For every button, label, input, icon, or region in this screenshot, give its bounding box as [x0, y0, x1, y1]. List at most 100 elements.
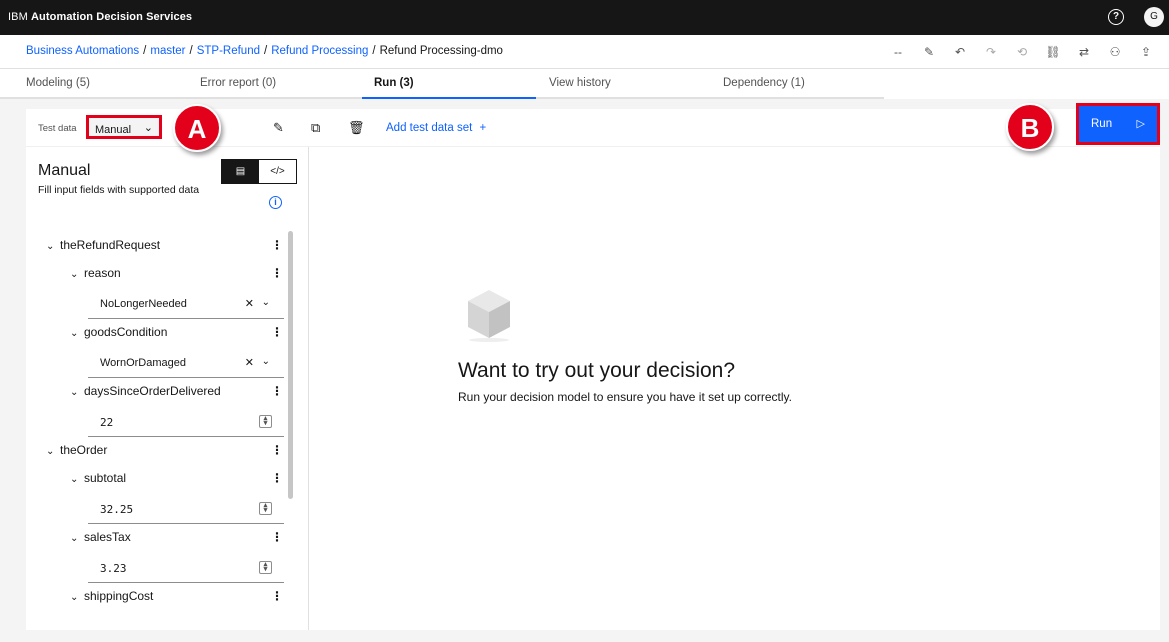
test-data-value: Manual: [95, 124, 132, 136]
test-data-select[interactable]: Manual ⌄: [86, 115, 162, 139]
overflow-menu-icon[interactable]: ⋮: [271, 384, 283, 398]
help-icon[interactable]: ?: [1108, 9, 1124, 25]
tree-node-label: daysSinceOrderDelivered: [84, 384, 221, 398]
tree-node-label: goodsCondition: [84, 325, 168, 339]
history-icon[interactable]: ⟲: [1013, 43, 1031, 61]
overflow-menu-icon[interactable]: ⋮: [271, 443, 283, 457]
tab-bar: Modeling (5) Error report (0) Run (3) Vi…: [0, 69, 1169, 99]
breadcrumb-bar: Business Automations / master / STP-Refund / R…: [0, 35, 1169, 69]
test-data-panel: Manual Fill input fields with supported …: [26, 147, 309, 630]
chevron-down-icon: ⌄: [143, 122, 153, 134]
chevron-down-icon: ⌄: [46, 446, 55, 457]
sales-tax-input[interactable]: 3.23 ▲ ▼: [88, 553, 284, 583]
clear-icon[interactable]: ✕: [245, 356, 254, 369]
tree-node-order[interactable]: ⌄ theOrder: [46, 443, 107, 457]
tab-run[interactable]: Run (3): [362, 69, 536, 99]
breadcrumb-separator: /: [189, 45, 193, 57]
subtotal-value: 32.25: [100, 503, 134, 516]
brand-prefix: IBM: [8, 11, 28, 23]
tree-node-label: subtotal: [84, 471, 127, 485]
overflow-menu-icon[interactable]: ⋮: [271, 471, 283, 485]
upload-icon[interactable]: ⇪: [1137, 43, 1155, 61]
tree-node-reason[interactable]: ⌄ reason: [70, 266, 121, 280]
overflow-menu-icon[interactable]: ⋮: [271, 530, 283, 544]
breadcrumb-link-business-automations[interactable]: Business Automations: [26, 45, 139, 57]
scrollbar[interactable]: [288, 231, 293, 499]
breadcrumb-separator: /: [372, 45, 376, 57]
breadcrumb-current: Refund Processing-dmo: [379, 45, 503, 57]
tree-node-shipping-cost[interactable]: ⌄ shippingCost: [70, 589, 153, 603]
plus-icon: +: [479, 122, 487, 134]
tree-node-goods-condition[interactable]: ⌄ goodsCondition: [70, 325, 167, 339]
tree-node-subtotal[interactable]: ⌄ subtotal: [70, 471, 126, 485]
panel-title: Manual: [38, 162, 91, 179]
breadcrumb-link-stp-refund[interactable]: STP-Refund: [197, 45, 260, 57]
annotation-marker-b: B: [1006, 103, 1054, 151]
cube-icon: [468, 290, 510, 342]
breadcrumb-separator: /: [143, 45, 147, 57]
goods-condition-value: WornOrDamaged: [100, 357, 186, 369]
chevron-down-icon: ⌄: [70, 533, 79, 544]
disconnect-icon[interactable]: ⛓: [1044, 43, 1062, 61]
info-icon[interactable]: i: [269, 196, 282, 209]
copy-icon[interactable]: ⧉: [311, 120, 320, 136]
tab-modeling[interactable]: Modeling (5): [0, 69, 175, 99]
clear-icon[interactable]: ✕: [245, 297, 254, 310]
run-card: Test data Manual ⌄ A ✎ ⧉ 🗑 Add test data…: [26, 103, 1160, 630]
chevron-down-icon: ⌄: [70, 592, 79, 603]
tree-node-sales-tax[interactable]: ⌄ salesTax: [70, 530, 131, 544]
edit-icon[interactable]: ✎: [273, 120, 284, 136]
test-data-label: Test data: [38, 123, 77, 134]
chevron-down-icon: ⌄: [70, 387, 79, 398]
edit-icon[interactable]: ✎: [920, 43, 938, 61]
share-user-icon[interactable]: ⚇: [1106, 43, 1124, 61]
stepper-icon[interactable]: ▲ ▼: [259, 561, 272, 574]
reason-select[interactable]: NoLongerNeeded ✕ ⌄: [88, 289, 284, 319]
empty-state-title: Want to try out your decision?: [458, 359, 736, 382]
redo-icon[interactable]: ↷: [982, 43, 1000, 61]
chevron-down-icon: ⌄: [70, 328, 79, 339]
stepper-icon[interactable]: ▲ ▼: [259, 502, 272, 515]
app-brand[interactable]: IBM Automation Decision Services: [8, 11, 192, 23]
code-view-icon[interactable]: </>: [259, 160, 296, 183]
stepper-icon[interactable]: ▲ ▼: [259, 415, 272, 428]
subtotal-input[interactable]: 32.25 ▲ ▼: [88, 494, 284, 524]
undo-icon[interactable]: ↶: [951, 43, 969, 61]
tree-node-refund-request[interactable]: ⌄ theRefundRequest: [46, 238, 160, 252]
tab-view-history[interactable]: View history: [536, 69, 711, 99]
tree-node-label: reason: [84, 266, 121, 280]
tree-node-label: shippingCost: [84, 589, 154, 603]
overflow-menu-icon[interactable]: ⋮: [271, 238, 283, 252]
breadcrumb-link-refund-processing[interactable]: Refund Processing: [271, 45, 368, 57]
tab-dependency[interactable]: Dependency (1): [711, 69, 884, 99]
chevron-down-icon: ⌄: [70, 269, 79, 280]
breadcrumb-link-master[interactable]: master: [150, 45, 185, 57]
breadcrumb: Business Automations / master / STP-Refund / R…: [26, 45, 503, 57]
brand-name: Automation Decision Services: [31, 11, 193, 23]
avatar[interactable]: G: [1144, 7, 1164, 27]
panel-subtitle: Fill input fields with supported data: [38, 184, 200, 196]
breadcrumb-separator: /: [264, 45, 268, 57]
main-content: Test data Manual ⌄ A ✎ ⧉ 🗑 Add test data…: [0, 99, 1169, 642]
add-test-data-set-label: Add test data set: [386, 122, 473, 134]
sync-icon[interactable]: ⇄: [1075, 43, 1093, 61]
tree-node-label: theOrder: [60, 443, 108, 457]
goods-condition-select[interactable]: WornOrDamaged ✕ ⌄: [88, 348, 284, 378]
reason-value: NoLongerNeeded: [100, 298, 187, 310]
overflow-menu-icon[interactable]: ⋮: [271, 266, 283, 280]
tree-node-label: theRefundRequest: [60, 238, 161, 252]
top-bar: IBM Automation Decision Services ? G: [0, 0, 1169, 35]
add-test-data-set-button[interactable]: Add test data set +: [386, 122, 486, 134]
run-button[interactable]: Run ▷: [1079, 106, 1157, 142]
trash-icon[interactable]: 🗑: [348, 120, 365, 136]
run-button-label: Run: [1091, 118, 1113, 130]
chevron-down-icon: ⌄: [46, 241, 55, 252]
tab-error-report[interactable]: Error report (0): [175, 69, 362, 99]
form-view-icon[interactable]: ▤: [222, 160, 259, 183]
view-toggle: ▤ </>: [221, 159, 297, 184]
overflow-menu-icon[interactable]: ⋮: [271, 325, 283, 339]
chevron-down-icon: ⌄: [261, 297, 270, 308]
days-since-input[interactable]: 22 ▲ ▼: [88, 407, 284, 437]
overflow-menu-icon[interactable]: ⋮: [271, 589, 283, 603]
tree-node-days-since-order-delivered[interactable]: ⌄ daysSinceOrderDelivered: [70, 384, 221, 398]
